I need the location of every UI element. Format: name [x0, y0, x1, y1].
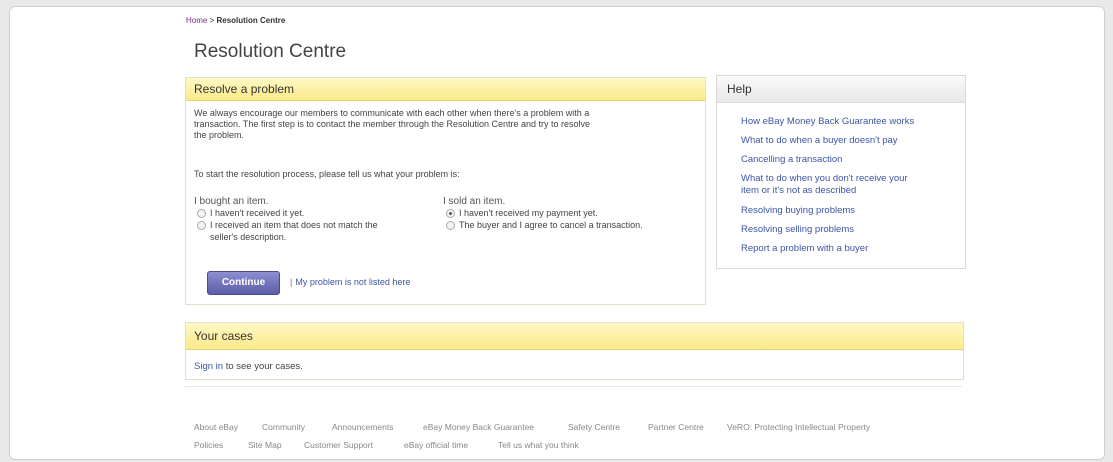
- cases-sign-in-row: Sign in to see your cases.: [194, 361, 303, 372]
- cases-heading: Your cases: [186, 323, 963, 350]
- page-title: Resolution Centre: [194, 41, 347, 62]
- help-link-not-received-cont[interactable]: item or it's not as described: [741, 185, 856, 197]
- help-link-report-buyer[interactable]: Report a problem with a buyer: [741, 243, 868, 255]
- continue-button[interactable]: Continue: [207, 271, 280, 295]
- sold-heading: I sold an item.: [443, 196, 506, 207]
- option-label: I haven't received my payment yet.: [459, 208, 598, 218]
- divider: [185, 386, 962, 387]
- radio-not-as-described[interactable]: [197, 221, 206, 231]
- footer-link[interactable]: Tell us what you think: [498, 440, 579, 450]
- help-link-cancelling[interactable]: Cancelling a transaction: [741, 154, 842, 166]
- radio-not-received[interactable]: [197, 209, 206, 219]
- footer-link[interactable]: Community: [262, 422, 305, 432]
- radio-cancel-transaction[interactable]: [446, 221, 455, 231]
- resolve-intro-line: transaction. The first step is to contac…: [194, 119, 591, 129]
- not-listed-link[interactable]: My problem is not listed here: [295, 277, 410, 287]
- help-link-selling-problems[interactable]: Resolving selling problems: [741, 224, 854, 236]
- radio-no-payment[interactable]: [446, 209, 455, 219]
- breadcrumb-current: Resolution Centre: [216, 16, 286, 25]
- resolve-panel-heading: Resolve a problem: [186, 78, 705, 101]
- sign-in-link[interactable]: Sign in: [194, 361, 223, 372]
- footer-link[interactable]: Safety Centre: [568, 422, 620, 432]
- help-link-buyer-doesnt-pay[interactable]: What to do when a buyer doesn't pay: [741, 135, 898, 147]
- footer-link[interactable]: eBay official time: [404, 440, 468, 450]
- help-link-money-back[interactable]: How eBay Money Back Guarantee works: [741, 116, 914, 128]
- footer-link[interactable]: eBay Money Back Guarantee: [423, 422, 534, 432]
- sold-option-cancel[interactable]: The buyer and I agree to cancel a transa…: [446, 220, 643, 231]
- footer-link[interactable]: Site Map: [248, 440, 282, 450]
- option-label: I haven't received it yet.: [210, 208, 305, 218]
- option-label: I received an item that does not match t…: [210, 220, 378, 230]
- footer-link[interactable]: Partner Centre: [648, 422, 704, 432]
- footer-link[interactable]: VeRO: Protecting Intellectual Property: [727, 422, 870, 432]
- sign-in-text: to see your cases.: [223, 361, 303, 372]
- option-label: The buyer and I agree to cancel a transa…: [459, 220, 643, 230]
- help-heading: Help: [717, 76, 965, 103]
- bought-option-continuation: seller's description.: [210, 232, 287, 242]
- resolve-intro-line: the problem.: [194, 130, 245, 140]
- not-listed-row: | My problem is not listed here: [290, 277, 410, 288]
- footer-link[interactable]: About eBay: [194, 422, 238, 432]
- bought-option-not-received[interactable]: I haven't received it yet.: [197, 208, 304, 219]
- separator: |: [290, 277, 293, 287]
- breadcrumb: Home > Resolution Centre: [186, 16, 285, 25]
- resolve-intro-line: We always encourage our members to commu…: [194, 108, 590, 118]
- footer-link[interactable]: Policies: [194, 440, 223, 450]
- help-link-buying-problems[interactable]: Resolving buying problems: [741, 205, 855, 217]
- help-link-not-received[interactable]: What to do when you don't receive your: [741, 173, 908, 185]
- resolve-intro: We always encourage our members to commu…: [194, 108, 694, 141]
- bought-heading: I bought an item.: [194, 196, 269, 207]
- footer-link[interactable]: Customer Support: [304, 440, 373, 450]
- footer-link[interactable]: Announcements: [332, 422, 393, 432]
- bought-option-not-as-described[interactable]: I received an item that does not match t…: [197, 220, 378, 231]
- resolve-prompt: To start the resolution process, please …: [194, 169, 460, 179]
- sold-option-no-payment[interactable]: I haven't received my payment yet.: [446, 208, 598, 219]
- breadcrumb-home-link[interactable]: Home: [186, 16, 207, 25]
- help-panel: Help: [716, 75, 966, 269]
